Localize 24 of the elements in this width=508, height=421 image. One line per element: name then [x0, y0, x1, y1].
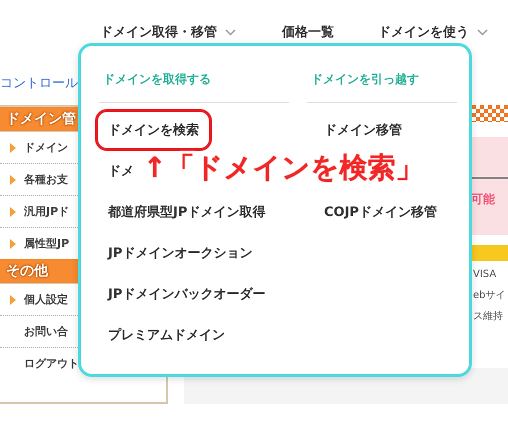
chevron-down-icon — [225, 28, 236, 36]
menu-item[interactable]: ドメイン移管 — [311, 108, 415, 150]
nav-menu-link[interactable]: 価格一覧 — [282, 21, 334, 43]
menu-item[interactable]: プレミアムドメイン — [95, 314, 238, 356]
sidebar-item[interactable]: 各種お支 — [24, 172, 68, 187]
info-text: ebサイ — [473, 289, 506, 303]
menu-heading: ドメインを取得する — [99, 68, 289, 103]
sidebar-item[interactable]: ドメイン — [24, 140, 68, 155]
notice-text: 可能 — [471, 191, 495, 208]
nav-menu-link[interactable]: ドメイン取得・移管 — [100, 21, 236, 43]
nav-menu-link[interactable]: ドメインを使う — [378, 21, 488, 43]
highlighted-menu-item[interactable]: ドメインを検索 — [95, 108, 212, 150]
menu-heading: ドメインを引っ越す — [307, 68, 457, 103]
chevron-down-icon — [477, 28, 488, 36]
sidebar-item[interactable]: ログアウト — [24, 356, 79, 371]
sidebar-item[interactable]: 個人設定 — [24, 292, 68, 307]
info-text: VISA — [473, 268, 496, 282]
sidebar-item[interactable]: お問い合 — [24, 324, 68, 339]
info-text: ス維持 — [473, 310, 503, 324]
menu-item[interactable]: COJPドメイン移管 — [311, 190, 450, 232]
sidebar-item[interactable]: 汎用JPド — [24, 204, 70, 219]
menu-item[interactable]: 都道府県型JPドメイン取得 — [95, 190, 278, 232]
sidebar-item[interactable]: 属性型JP — [24, 236, 70, 251]
breadcrumb-link[interactable]: コントロール — [0, 74, 78, 92]
